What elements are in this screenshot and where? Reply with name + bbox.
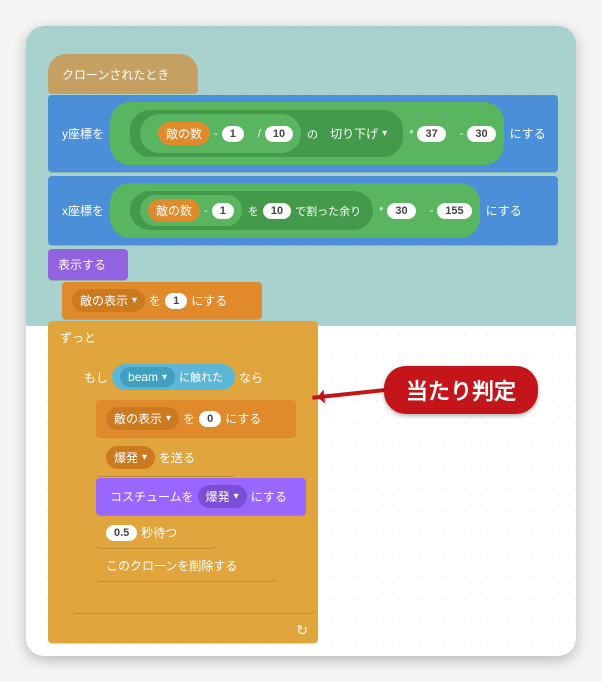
wait-val[interactable]: 0.5	[106, 525, 137, 541]
costume-suffix: にする	[247, 488, 291, 505]
minus-sym-x: -	[200, 205, 212, 217]
num-1-x[interactable]: 1	[212, 203, 234, 219]
minus-sym2: -	[456, 128, 468, 140]
wo-label2: を	[145, 292, 165, 309]
forever-label: ずっと	[60, 329, 96, 346]
set-x-suffix: にする	[482, 202, 526, 219]
callout-text: 当たり判定	[406, 379, 516, 404]
show-label: 表示する	[58, 256, 106, 273]
broadcast-dropdown[interactable]: 爆発 ▾	[106, 446, 155, 469]
op-divide-y[interactable]: 敵の数 - 1 / 10	[140, 114, 301, 153]
num-1-y[interactable]: 1	[222, 126, 244, 142]
nisuru-0: にする	[221, 410, 265, 427]
set-x-block[interactable]: x座標を 敵の数 - 1 を 10 で割った余り * 30	[48, 176, 558, 245]
slash-sym: /	[254, 128, 265, 140]
if-label: もし	[84, 369, 108, 386]
chevron-down-icon: ▾	[162, 372, 167, 383]
floor-dropdown[interactable]: 切り下げ ▾	[322, 122, 395, 145]
op-subtract-outer-x[interactable]: 敵の数 - 1 を 10 で割った余り * 30 - 155	[110, 183, 480, 238]
num-30[interactable]: 30	[467, 126, 495, 142]
broadcast-block[interactable]: 爆発 ▾ を送る	[96, 439, 236, 476]
display-var-dropdown-0[interactable]: 敵の表示 ▾	[106, 407, 179, 430]
broadcast-suffix: を送る	[155, 449, 199, 466]
op-multiply-x[interactable]: 敵の数 - 1 を 10 で割った余り * 30	[120, 187, 424, 234]
touching-suffix: に触れた	[175, 369, 227, 385]
chevron-down-icon: ▾	[142, 452, 147, 463]
scratch-canvas: クローンされたとき y座標を 敵の数 - 1 / 10	[26, 26, 576, 656]
set-y-prefix: y座標を	[58, 125, 108, 142]
set-display-0-block[interactable]: 敵の表示 ▾ を 0 にする	[96, 400, 296, 437]
of-label: の	[303, 126, 322, 142]
chevron-down-icon: ▾	[166, 413, 171, 424]
touching-reporter[interactable]: beam ▾ に触れた	[112, 364, 235, 390]
op-subtract-outer-y[interactable]: 敵の数 - 1 / 10 の 切り下げ ▾ *	[110, 102, 504, 165]
if-block[interactable]: もし beam ▾ に触れた なら 敵	[72, 356, 316, 613]
forever-block[interactable]: ずっと もし beam ▾ に触れた なら	[48, 321, 318, 643]
modlabel: で割った余り	[291, 203, 365, 219]
display-var-label: 敵の表示	[80, 292, 128, 309]
num-10-x[interactable]: 10	[263, 203, 291, 219]
broadcast-label: 爆発	[114, 449, 138, 466]
hat-label: クローンされたとき	[62, 66, 169, 83]
op-floor-y[interactable]: 敵の数 - 1 / 10 の 切り下げ ▾	[130, 110, 403, 157]
chevron-down-icon: ▾	[234, 491, 239, 502]
set-x-prefix: x座標を	[58, 202, 108, 219]
wo-label: を	[244, 203, 263, 219]
num-37[interactable]: 37	[417, 126, 445, 142]
loop-icon: ↻	[296, 622, 308, 639]
op-mod-x[interactable]: 敵の数 - 1 を 10 で割った余り	[130, 191, 373, 230]
when-cloned-hat[interactable]: クローンされたとき	[48, 54, 198, 93]
wo-label-0: を	[179, 410, 199, 427]
star-sym: *	[405, 128, 417, 140]
then-label: なら	[239, 369, 263, 386]
if-foot	[72, 589, 316, 611]
var-enemy-count-x[interactable]: 敵の数	[148, 199, 200, 222]
var-enemy-count-y[interactable]: 敵の数	[158, 122, 210, 145]
costume-prefix: コスチュームを	[106, 488, 198, 505]
display-var-dropdown[interactable]: 敵の表示 ▾	[72, 289, 145, 312]
num-30-x[interactable]: 30	[387, 203, 415, 219]
minus-sym2-x: -	[426, 205, 438, 217]
display-var-label-0: 敵の表示	[114, 410, 162, 427]
op-subtract-inner-y[interactable]: 敵の数 - 1	[150, 118, 252, 149]
op-subtract-inner-x[interactable]: 敵の数 - 1	[140, 195, 242, 226]
set-y-suffix: にする	[506, 125, 550, 142]
set-display-1-block[interactable]: 敵の表示 ▾ を 1 にする	[62, 282, 262, 319]
op-multiply-y[interactable]: 敵の数 - 1 / 10 の 切り下げ ▾ *	[120, 106, 454, 161]
delete-clone-block[interactable]: このクローンを削除する	[96, 550, 276, 581]
num-1-disp[interactable]: 1	[165, 293, 187, 309]
minus-sym: -	[210, 128, 222, 140]
set-y-block[interactable]: y座標を 敵の数 - 1 / 10 の	[48, 95, 558, 172]
forever-body: もし beam ▾ に触れた なら 敵	[48, 350, 306, 615]
nisuru-1: にする	[187, 292, 231, 309]
costume-label: 爆発	[206, 488, 230, 505]
star-sym-x: *	[375, 205, 387, 217]
floor-label: 切り下げ	[330, 125, 378, 142]
wait-block[interactable]: 0.5 秒待つ	[96, 517, 216, 548]
num-0-disp[interactable]: 0	[199, 411, 221, 427]
forever-foot: ↻	[48, 619, 318, 641]
chevron-down-icon: ▾	[382, 128, 387, 139]
costume-dropdown[interactable]: 爆発 ▾	[198, 485, 247, 508]
beam-dropdown[interactable]: beam ▾	[120, 367, 175, 387]
delete-clone-label: このクローンを削除する	[106, 557, 237, 574]
callout-bubble: 当たり判定	[384, 366, 538, 414]
wait-suffix: 秒待つ	[137, 524, 181, 541]
num-155[interactable]: 155	[437, 203, 471, 219]
num-10-y[interactable]: 10	[265, 126, 293, 142]
show-block[interactable]: 表示する	[48, 249, 128, 280]
switch-costume-block[interactable]: コスチュームを 爆発 ▾ にする	[96, 478, 306, 515]
beam-label: beam	[128, 370, 158, 384]
chevron-down-icon: ▾	[132, 295, 137, 306]
if-body: 敵の表示 ▾ を 0 にする 爆発 ▾ を送る	[72, 394, 304, 585]
block-stack: クローンされたとき y座標を 敵の数 - 1 / 10	[48, 54, 558, 643]
